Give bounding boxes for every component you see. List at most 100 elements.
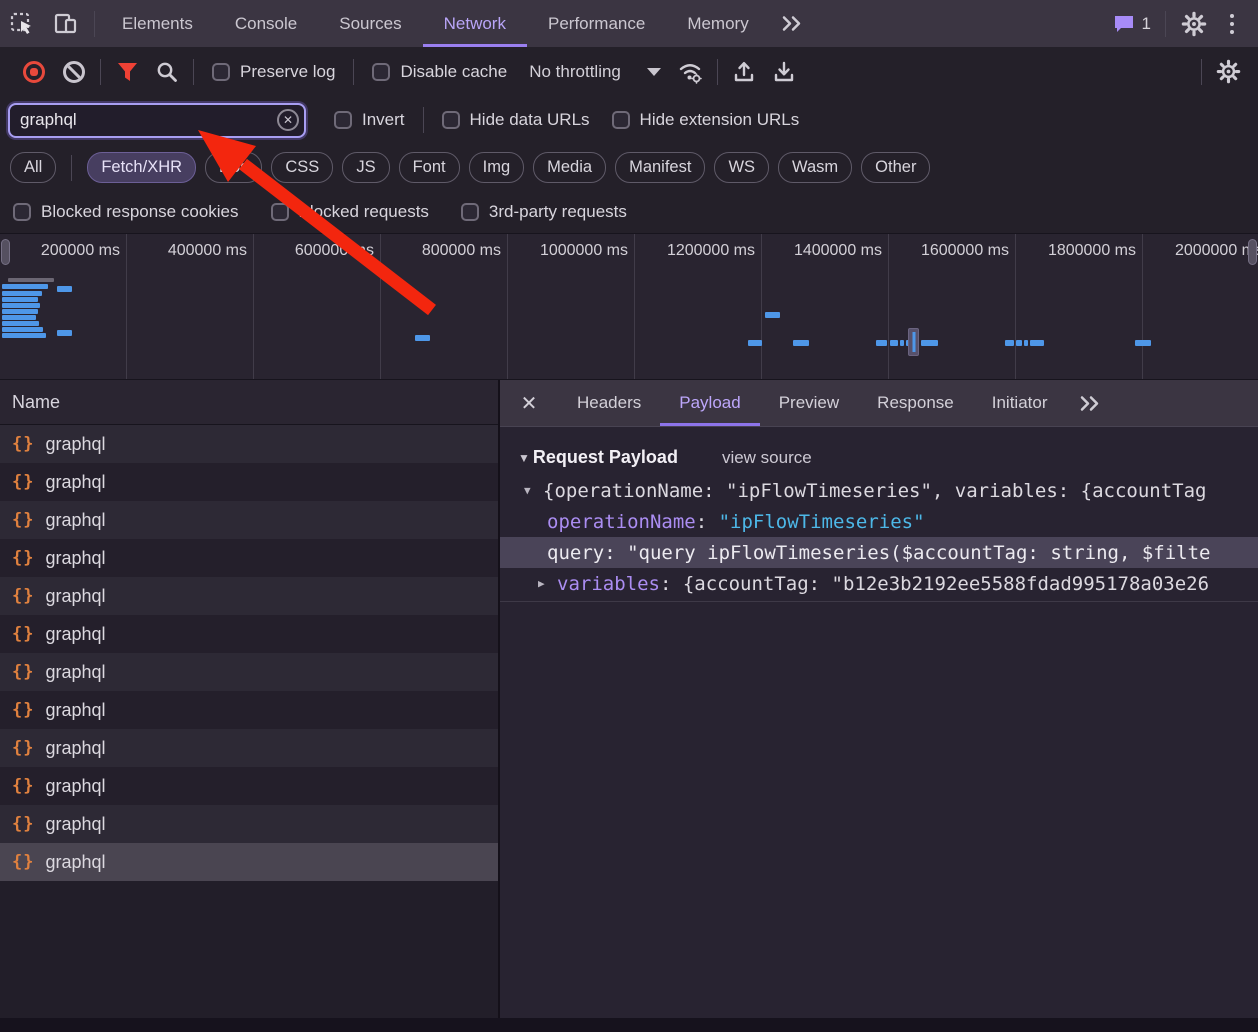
search-icon[interactable] bbox=[147, 55, 187, 89]
checkbox[interactable] bbox=[372, 63, 390, 81]
chip-media[interactable]: Media bbox=[533, 152, 606, 183]
chip-fetch-xhr[interactable]: Fetch/XHR bbox=[87, 152, 196, 183]
detail-tab-initiator[interactable]: Initiator bbox=[973, 380, 1067, 426]
invert-checkbox[interactable]: Invert bbox=[334, 110, 405, 130]
chip-doc[interactable]: Doc bbox=[205, 152, 262, 183]
request-row-graphql-1[interactable]: {}graphql bbox=[0, 463, 498, 501]
network-conditions-icon[interactable] bbox=[671, 55, 711, 89]
chip-manifest[interactable]: Manifest bbox=[615, 152, 705, 183]
network-overview-timeline[interactable]: 200000 ms400000 ms600000 ms800000 ms1000… bbox=[0, 233, 1258, 380]
json-braces-icon: {} bbox=[12, 548, 34, 568]
tab-memory[interactable]: Memory bbox=[666, 0, 769, 47]
checkbox[interactable] bbox=[461, 203, 479, 221]
settings-gear-icon[interactable] bbox=[1172, 11, 1216, 37]
json-string-value: "ipFlowTimeseries" bbox=[719, 511, 925, 533]
close-icon[interactable]: ✕ bbox=[500, 380, 558, 426]
detail-tabs: HeadersPayloadPreviewResponseInitiator bbox=[558, 380, 1066, 426]
request-timing-bar bbox=[1016, 340, 1022, 346]
chip-css[interactable]: CSS bbox=[271, 152, 333, 183]
request-row-graphql-6[interactable]: {}graphql bbox=[0, 653, 498, 691]
request-timing-bar bbox=[2, 309, 38, 314]
device-toolbar-icon[interactable] bbox=[44, 0, 88, 47]
timeline-right-handle[interactable] bbox=[1248, 239, 1257, 265]
network-settings-gear-icon[interactable] bbox=[1208, 55, 1248, 89]
preserve-log-checkbox[interactable]: Preserve log bbox=[212, 62, 335, 82]
section-collapse-icon[interactable]: ▼ bbox=[518, 451, 530, 465]
checkbox[interactable] bbox=[612, 111, 630, 129]
timeline-tick-1800000-ms: 1800000 ms bbox=[1016, 234, 1143, 379]
divider bbox=[71, 155, 72, 181]
tab-sources[interactable]: Sources bbox=[318, 0, 422, 47]
clear-filter-icon[interactable]: ✕ bbox=[277, 109, 299, 131]
record-network-log-button[interactable] bbox=[14, 55, 54, 89]
throttling-select[interactable]: No throttling bbox=[529, 62, 661, 82]
checkbox[interactable] bbox=[13, 203, 31, 221]
filter-input[interactable] bbox=[8, 103, 306, 138]
request-row-graphql-3[interactable]: {}graphql bbox=[0, 539, 498, 577]
tab-console[interactable]: Console bbox=[214, 0, 318, 47]
import-har-icon[interactable] bbox=[724, 55, 764, 89]
expand-icon[interactable]: ▶ bbox=[538, 577, 557, 590]
chip-all[interactable]: All bbox=[10, 152, 56, 183]
variables-line[interactable]: ▶ variables : {accountTag: "b12e3b2192ee… bbox=[500, 568, 1258, 599]
checkbox[interactable] bbox=[271, 203, 289, 221]
request-row-graphql-10[interactable]: {}graphql bbox=[0, 805, 498, 843]
request-name: graphql bbox=[45, 510, 105, 531]
divider bbox=[193, 59, 194, 85]
blocked-requests-checkbox[interactable]: Blocked requests bbox=[271, 202, 429, 222]
detail-tab-headers[interactable]: Headers bbox=[558, 380, 660, 426]
request-row-graphql-11[interactable]: {}graphql bbox=[0, 843, 498, 881]
name-column-header[interactable]: Name bbox=[0, 380, 498, 425]
detail-tab-preview[interactable]: Preview bbox=[760, 380, 858, 426]
hide-extension-urls-checkbox[interactable]: Hide extension URLs bbox=[612, 110, 800, 130]
name-column-label: Name bbox=[12, 392, 60, 413]
3rd-party-requests-checkbox[interactable]: 3rd-party requests bbox=[461, 202, 627, 222]
issues-counter[interactable]: 1 bbox=[1105, 14, 1159, 34]
operation-name-line[interactable]: operationName : "ipFlowTimeseries" bbox=[500, 506, 1258, 537]
checkbox[interactable] bbox=[442, 111, 460, 129]
inspect-element-icon[interactable] bbox=[0, 0, 44, 47]
timeline-left-handle[interactable] bbox=[1, 239, 10, 265]
tab-performance[interactable]: Performance bbox=[527, 0, 666, 47]
request-row-graphql-9[interactable]: {}graphql bbox=[0, 767, 498, 805]
issues-count: 1 bbox=[1142, 14, 1151, 34]
json-braces-icon: {} bbox=[12, 434, 34, 454]
request-row-graphql-8[interactable]: {}graphql bbox=[0, 729, 498, 767]
disable-cache-checkbox[interactable]: Disable cache bbox=[372, 62, 507, 82]
chip-ws[interactable]: WS bbox=[714, 152, 769, 183]
chip-js[interactable]: JS bbox=[342, 152, 389, 183]
clear-network-log-button[interactable] bbox=[54, 55, 94, 89]
detail-tab-response[interactable]: Response bbox=[858, 380, 973, 426]
chip-font[interactable]: Font bbox=[399, 152, 460, 183]
devtools-window: ElementsConsoleSourcesNetworkPerformance… bbox=[0, 0, 1258, 1032]
more-tabs-icon[interactable] bbox=[770, 0, 814, 47]
collapse-icon[interactable]: ▼ bbox=[524, 484, 543, 497]
chip-wasm[interactable]: Wasm bbox=[778, 152, 852, 183]
request-row-graphql-4[interactable]: {}graphql bbox=[0, 577, 498, 615]
export-har-icon[interactable] bbox=[764, 55, 804, 89]
checkbox[interactable] bbox=[212, 63, 230, 81]
request-row-graphql-2[interactable]: {}graphql bbox=[0, 501, 498, 539]
tab-network[interactable]: Network bbox=[423, 0, 527, 47]
request-row-graphql-7[interactable]: {}graphql bbox=[0, 691, 498, 729]
request-name: graphql bbox=[45, 472, 105, 493]
more-detail-tabs-icon[interactable] bbox=[1066, 380, 1114, 426]
chip-other[interactable]: Other bbox=[861, 152, 930, 183]
request-row-graphql-5[interactable]: {}graphql bbox=[0, 615, 498, 653]
tab-elements[interactable]: Elements bbox=[101, 0, 214, 47]
checkbox[interactable] bbox=[334, 111, 352, 129]
request-row-graphql-0[interactable]: {}graphql bbox=[0, 425, 498, 463]
chip-img[interactable]: Img bbox=[469, 152, 525, 183]
query-line-selected[interactable]: query: "query ipFlowTimeseries($accountT… bbox=[500, 537, 1258, 568]
view-source-link[interactable]: view source bbox=[722, 448, 812, 468]
request-timing-bar bbox=[57, 330, 72, 336]
chevron-down-icon bbox=[647, 68, 661, 76]
request-list-panel: Name {}graphql{}graphql{}graphql{}graphq… bbox=[0, 380, 500, 1018]
blocked-response-cookies-checkbox[interactable]: Blocked response cookies bbox=[13, 202, 239, 222]
hide-data-urls-checkbox[interactable]: Hide data URLs bbox=[442, 110, 590, 130]
more-options-icon[interactable] bbox=[1216, 14, 1248, 34]
payload-content: ▼ Request Payload view source ▼ {operati… bbox=[500, 427, 1258, 602]
detail-tab-payload[interactable]: Payload bbox=[660, 380, 759, 426]
filter-funnel-icon[interactable] bbox=[107, 55, 147, 89]
payload-preview-line[interactable]: ▼ {operationName: "ipFlowTimeseries", va… bbox=[500, 475, 1258, 506]
